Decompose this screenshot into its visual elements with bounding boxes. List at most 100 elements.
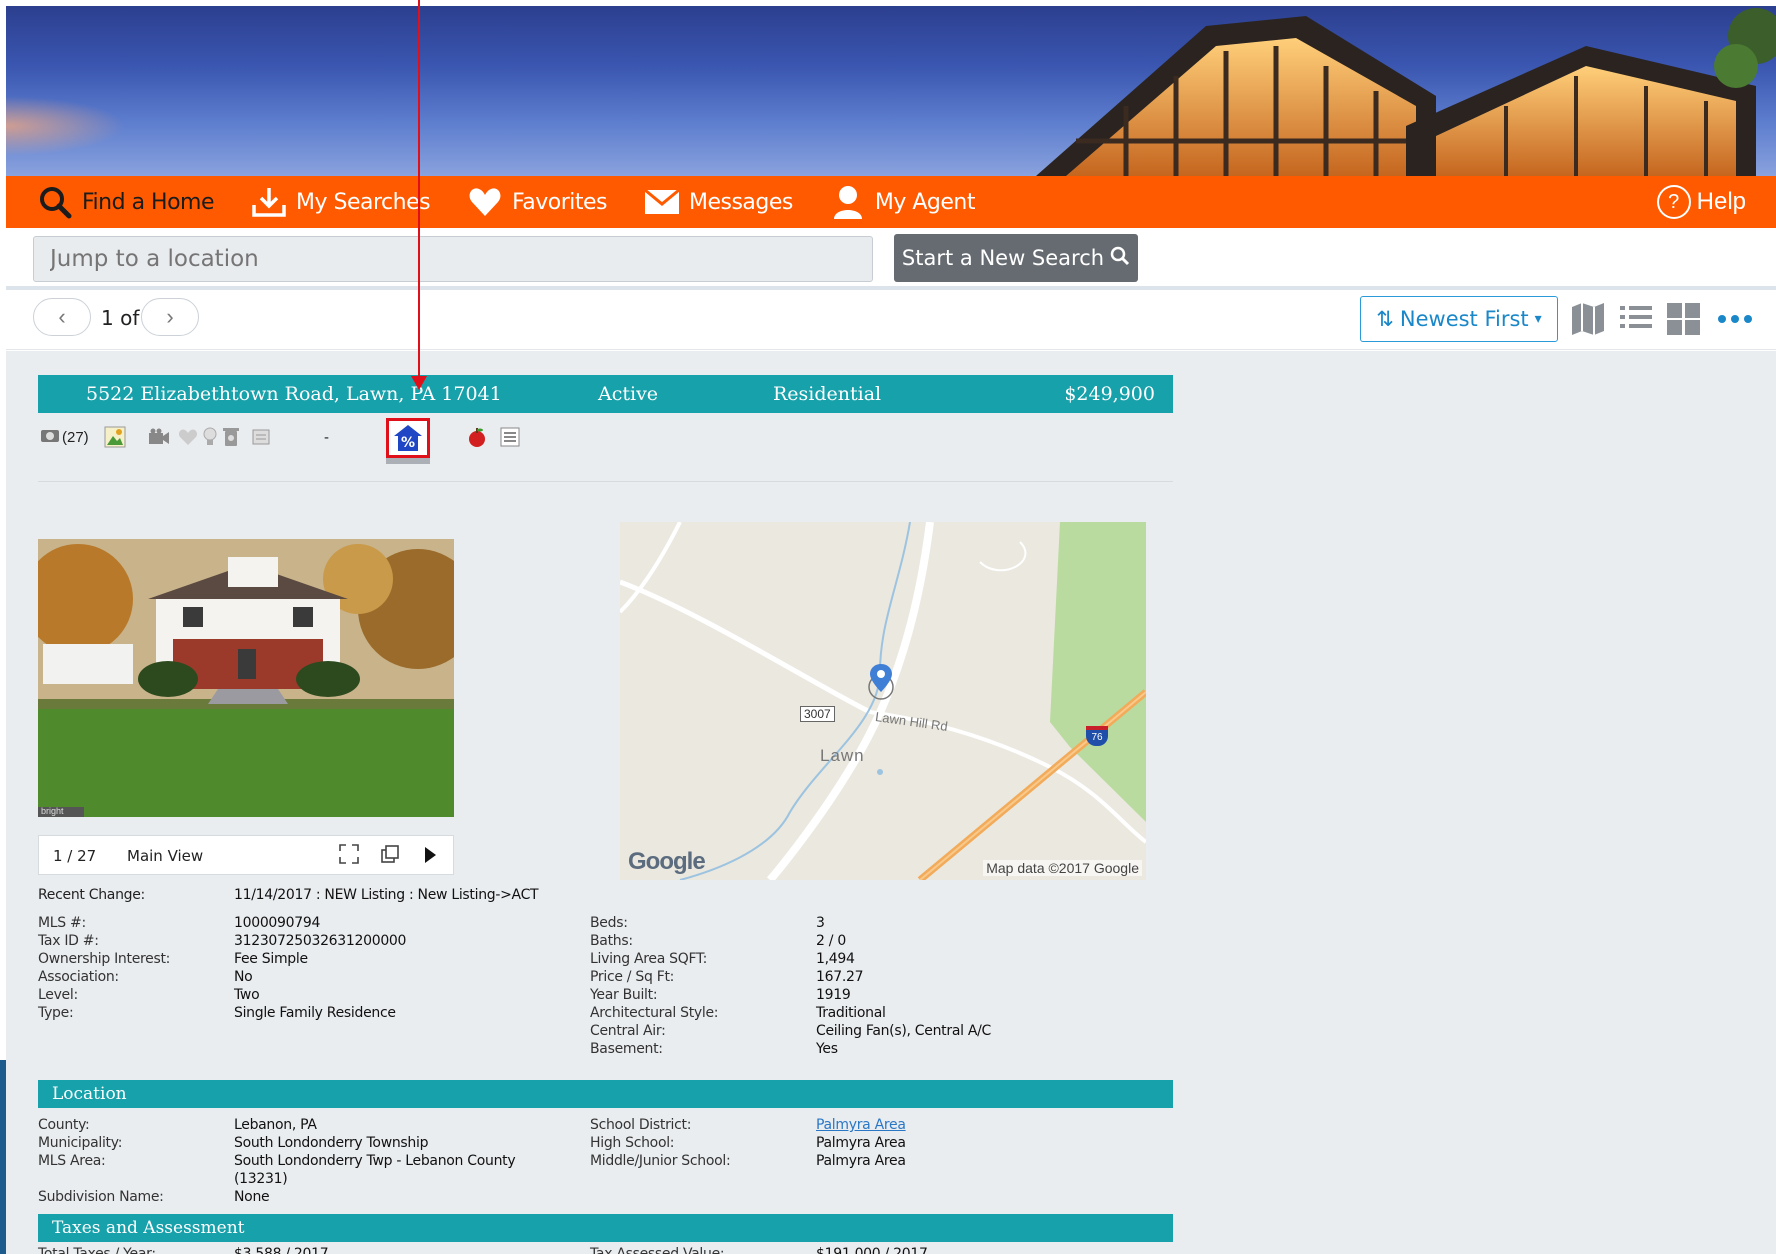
detail-label: Tax ID #: [38,933,99,949]
house-illustration [1036,8,1776,176]
sort-label: Newest First [1399,307,1529,331]
detail-value: 167.27 [816,969,864,985]
favorite-heart-icon[interactable] [178,425,198,449]
download-icon [250,183,288,221]
main-nav: Find a Home My Searches Favorites Messag… [6,176,1776,228]
map-credit: Map data ©2017 Google [983,860,1142,876]
detail-value: Ceiling Fan(s), Central A/C [816,1023,992,1039]
nav-my-searches[interactable]: My Searches [232,176,448,228]
prev-page-button[interactable]: ‹ [33,298,91,336]
detail-label: Tax Assessed Value: [590,1246,725,1254]
nav-my-agent[interactable]: My Agent [811,176,993,228]
location-map[interactable]: 3007 Lawn Hill Rd Lawn 76 Google Map dat… [620,522,1146,880]
sunset-glow [6,96,126,156]
detail-value: South Londonderry Twp - Lebanon County [234,1153,516,1169]
detail-value: No [234,969,253,985]
listing-header[interactable]: 5522 Elizabethtown Road, Lawn, PA 17041 … [38,375,1173,413]
list-view-icon[interactable] [1618,302,1654,336]
report-icon[interactable] [500,425,520,449]
help-link[interactable]: ? Help [1656,185,1746,219]
detail-label: Type: [38,1005,74,1021]
nav-messages[interactable]: Messages [625,176,811,228]
taxes-section-header[interactable]: Taxes and Assessment [38,1214,1173,1242]
next-page-button[interactable]: › [141,298,199,336]
active-nav-indicator [118,218,142,228]
detail-value: South Londonderry Township [234,1135,429,1151]
detail-value: None [234,1189,270,1205]
help-label: Help [1696,188,1746,215]
person-icon [829,183,867,221]
trash-icon[interactable] [222,425,240,449]
location-section-header[interactable]: Location [38,1080,1173,1108]
detail-value: Fee Simple [234,951,308,967]
detail-label: Middle/Junior School: [590,1153,731,1169]
detail-value: 31230725032631200000 [234,933,407,949]
nav-label: Favorites [512,189,607,215]
detail-label: Subdivision Name: [38,1189,164,1205]
chevron-left-icon: ‹ [58,304,66,329]
price-discount-icon[interactable]: % [386,418,430,458]
nav-label: My Agent [874,189,976,215]
detail-label: Architectural Style: [590,1005,719,1021]
photos-button[interactable]: (27) [40,425,89,449]
recent-change-label: Recent Change: [38,887,145,903]
map-view-icon[interactable] [1570,302,1606,336]
caret-down-icon: ▾ [1534,311,1542,327]
document-icon[interactable] [252,425,270,449]
detail-value: Palmyra Area [816,1135,906,1151]
school-district-link[interactable]: Palmyra Area [816,1117,906,1133]
location-search-input[interactable] [33,236,873,282]
page: Find a Home My Searches Favorites Messag… [0,0,1776,1254]
listing-photo[interactable]: bright [38,539,454,817]
photo-controls: 1 / 27 Main View [38,835,454,875]
detail-label: High School: [590,1135,675,1151]
detail-value: $3,588 / 2017 [234,1246,329,1254]
play-icon[interactable] [423,846,437,868]
detail-label: MLS Area: [38,1153,106,1169]
detail-label: Total Taxes / Year: [38,1246,156,1254]
image-icon[interactable] [104,425,126,449]
google-logo: Google [628,848,706,875]
detail-value: Palmyra Area [816,1153,906,1169]
detail-label: County: [38,1117,90,1133]
detail-value: Yes [816,1041,838,1057]
search-row: Start a New Search [6,228,1776,290]
annotation-arrow-line [418,0,420,380]
listing-detail: 5522 Elizabethtown Road, Lawn, PA 17041 … [6,351,1776,1254]
listing-status: Active [598,383,659,405]
fullscreen-icon[interactable] [339,844,359,868]
lightbulb-icon[interactable] [202,425,218,449]
sort-dropdown[interactable]: ⇅ Newest First ▾ [1360,296,1558,342]
detail-value: 1000090794 [234,915,321,931]
left-edge-decoration [0,1060,6,1254]
detail-label: Level: [38,987,78,1003]
detail-label: Year Built: [590,987,658,1003]
nav-favorites[interactable]: Favorites [448,176,625,228]
map-pin-icon[interactable] [866,662,896,707]
grid-view-icon[interactable] [1666,302,1702,336]
interstate-shield: 76 [1086,726,1108,746]
detail-label: MLS #: [38,915,86,931]
interstate-number: 76 [1091,732,1103,743]
video-icon[interactable] [148,425,170,449]
route-badge: 3007 [800,706,835,722]
detail-label: Basement: [590,1041,663,1057]
popout-icon[interactable] [381,845,399,867]
detail-value: Traditional [816,1005,886,1021]
detail-label: Ownership Interest: [38,951,171,967]
search-icon [1110,246,1130,271]
hero-banner [6,6,1776,176]
start-new-search-label: Start a New Search [901,246,1105,270]
start-new-search-button[interactable]: Start a New Search [894,234,1138,282]
results-toolbar: ‹ 1 of 1 › ⇅ Newest First ▾ [6,292,1776,350]
apple-icon[interactable] [466,425,488,449]
detail-label: School District: [590,1117,692,1133]
listing-price: $249,900 [1064,383,1155,405]
detail-value: Two [234,987,260,1003]
more-options-icon[interactable] [1716,302,1752,336]
envelope-icon [643,183,681,221]
detail-value: 1,494 [816,951,855,967]
detail-value: 1919 [816,987,851,1003]
detail-value: Single Family Residence [234,1005,396,1021]
listing-address: 5522 Elizabethtown Road, Lawn, PA 17041 [86,383,502,405]
